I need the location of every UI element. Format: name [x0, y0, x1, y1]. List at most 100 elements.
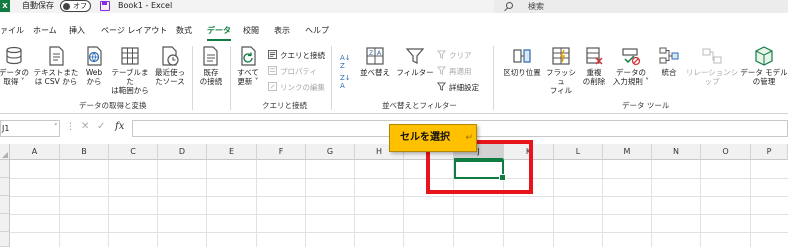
from-web-button[interactable]: Web から: [79, 46, 109, 86]
callout-text: セルを選択: [400, 132, 450, 143]
tab-help[interactable]: ヘルプ: [305, 24, 329, 38]
data-model-icon: [755, 46, 773, 66]
row-header[interactable]: [0, 232, 10, 247]
from-web-label-1: Web: [85, 68, 103, 77]
get-data-button[interactable]: データの 取得 ˅: [0, 46, 32, 86]
sort-icon: ZA: [366, 47, 384, 65]
properties-icon: [268, 66, 277, 75]
enter-check-icon[interactable]: ✓: [97, 121, 105, 132]
from-text-csv-button[interactable]: テキストまた は CSV から: [33, 46, 79, 86]
queries-connections-button[interactable]: クエリと接続: [268, 50, 325, 61]
column-header-n[interactable]: N: [652, 144, 701, 160]
column-header-f[interactable]: F: [257, 144, 306, 160]
grid-line: [59, 160, 60, 247]
sort-button[interactable]: ZA 並べ替え: [357, 46, 393, 77]
reapply-label: 再適用: [449, 67, 472, 76]
tab-page-layout[interactable]: ページ レイアウト: [101, 24, 167, 38]
filter-funnel-icon: [405, 48, 425, 64]
text-to-columns-button[interactable]: 区切り位置: [500, 46, 544, 77]
tab-data[interactable]: データ: [207, 24, 231, 41]
ribbon-tabs: ファイル ホーム 挿入 ページ レイアウト 数式 データ 校閲 表示 ヘルプ: [0, 24, 788, 42]
autosave-label: 自動保存: [22, 1, 54, 10]
properties-button: プロパティ: [268, 66, 317, 77]
column-header-o[interactable]: O: [701, 144, 751, 160]
tab-review[interactable]: 校閲: [243, 24, 259, 38]
reapply-icon: [437, 66, 446, 75]
data-validation-button[interactable]: データの 入力規則 ˅: [609, 46, 653, 86]
worksheet-grid[interactable]: A B C D E F G H I J K L M N O P: [0, 144, 788, 247]
column-header-l[interactable]: L: [554, 144, 603, 160]
grid-line: [10, 214, 788, 215]
more-options-icon[interactable]: ⋮: [66, 122, 75, 132]
remove-duplicates-button[interactable]: 重複 の削除: [579, 46, 609, 86]
tab-file[interactable]: ファイル: [0, 24, 24, 38]
column-header-d[interactable]: D: [158, 144, 207, 160]
flash-fill-button[interactable]: フラッシュ フィル: [545, 46, 577, 95]
chevron-down-icon[interactable]: ˅: [54, 123, 58, 131]
toggle-knob: [63, 3, 70, 10]
tab-view[interactable]: 表示: [274, 24, 290, 38]
sort-descending-icon: Z↓ A: [340, 74, 351, 90]
row-header[interactable]: [0, 160, 10, 178]
refresh-all-button[interactable]: すべて 更新 ˅: [232, 46, 264, 86]
column-header-p[interactable]: P: [751, 144, 788, 160]
from-table-label-2: は範囲から: [111, 86, 149, 95]
remove-duplicates-icon: [586, 47, 603, 65]
select-all-corner[interactable]: [0, 144, 10, 160]
refresh-all-label-1: すべて: [237, 68, 259, 77]
data-model-button[interactable]: データ モデル の管理: [740, 46, 788, 86]
recent-sources-button[interactable]: 最近使っ たソース: [152, 46, 188, 86]
reapply-button: 再適用: [437, 66, 472, 77]
column-header-c[interactable]: C: [109, 144, 158, 160]
column-header-m[interactable]: M: [603, 144, 652, 160]
advanced-filter-icon: [437, 82, 446, 91]
column-header-g[interactable]: G: [306, 144, 355, 160]
filter-button[interactable]: フィルター: [396, 46, 434, 77]
column-header-a[interactable]: A: [10, 144, 60, 160]
data-validation-label-2: 入力規則 ˅: [612, 77, 650, 86]
row-header[interactable]: [0, 214, 10, 232]
edit-links-label: リンクの編集: [280, 83, 325, 92]
name-box[interactable]: J1: [0, 120, 60, 137]
table-icon: [121, 47, 139, 65]
row-header[interactable]: [0, 196, 10, 214]
save-icon[interactable]: [100, 1, 110, 11]
text-file-icon: [49, 46, 64, 66]
grid-line: [256, 160, 257, 247]
grid-line: [10, 178, 788, 179]
group-label-get-data: データの取得と変換: [79, 101, 147, 110]
clear-label: クリア: [449, 51, 472, 60]
recent-sources-label-2: たソース: [155, 77, 185, 86]
grid-line: [10, 232, 788, 233]
group-label-queries: クエリと接続: [262, 101, 307, 110]
autosave-toggle[interactable]: オフ: [60, 0, 91, 12]
get-data-label-2: 取得 ˅: [3, 77, 25, 86]
from-table-range-button[interactable]: テーブルまた は範囲から: [108, 46, 152, 95]
excel-logo-icon: X: [0, 0, 10, 12]
sort-az-button[interactable]: A↓ Z: [340, 54, 351, 70]
existing-connections-label-1: 既存: [203, 68, 219, 77]
insert-function-icon[interactable]: fx: [115, 121, 124, 132]
existing-connections-button[interactable]: 既存 の接続: [193, 46, 229, 86]
column-header-b[interactable]: B: [60, 144, 109, 160]
data-model-label-2: の管理: [752, 77, 776, 86]
column-header-e[interactable]: E: [207, 144, 257, 160]
tab-formulas[interactable]: 数式: [176, 24, 192, 38]
clear-filter-button: クリア: [437, 50, 472, 61]
group-separator: [331, 46, 332, 110]
tab-insert[interactable]: 挿入: [69, 24, 85, 38]
row-header[interactable]: [0, 178, 10, 196]
flash-fill-icon: [552, 47, 570, 65]
sort-label: 並べ替え: [360, 68, 390, 77]
relationships-button: リレーションシップ: [684, 46, 740, 86]
consolidate-button[interactable]: 統合: [655, 46, 683, 77]
remove-duplicates-label-2: の削除: [582, 77, 606, 86]
properties-label: プロパティ: [280, 67, 318, 76]
sort-za-button[interactable]: Z↓ A: [340, 74, 351, 90]
advanced-label: 詳細設定: [449, 83, 479, 92]
title-bar: X 自動保存 オフ Book1 - Excel 検索: [0, 0, 788, 13]
tab-home[interactable]: ホーム: [33, 24, 57, 38]
advanced-filter-button[interactable]: 詳細設定: [437, 82, 479, 93]
search-box[interactable]: 検索: [494, 0, 788, 13]
cancel-icon[interactable]: ✕: [81, 121, 89, 132]
